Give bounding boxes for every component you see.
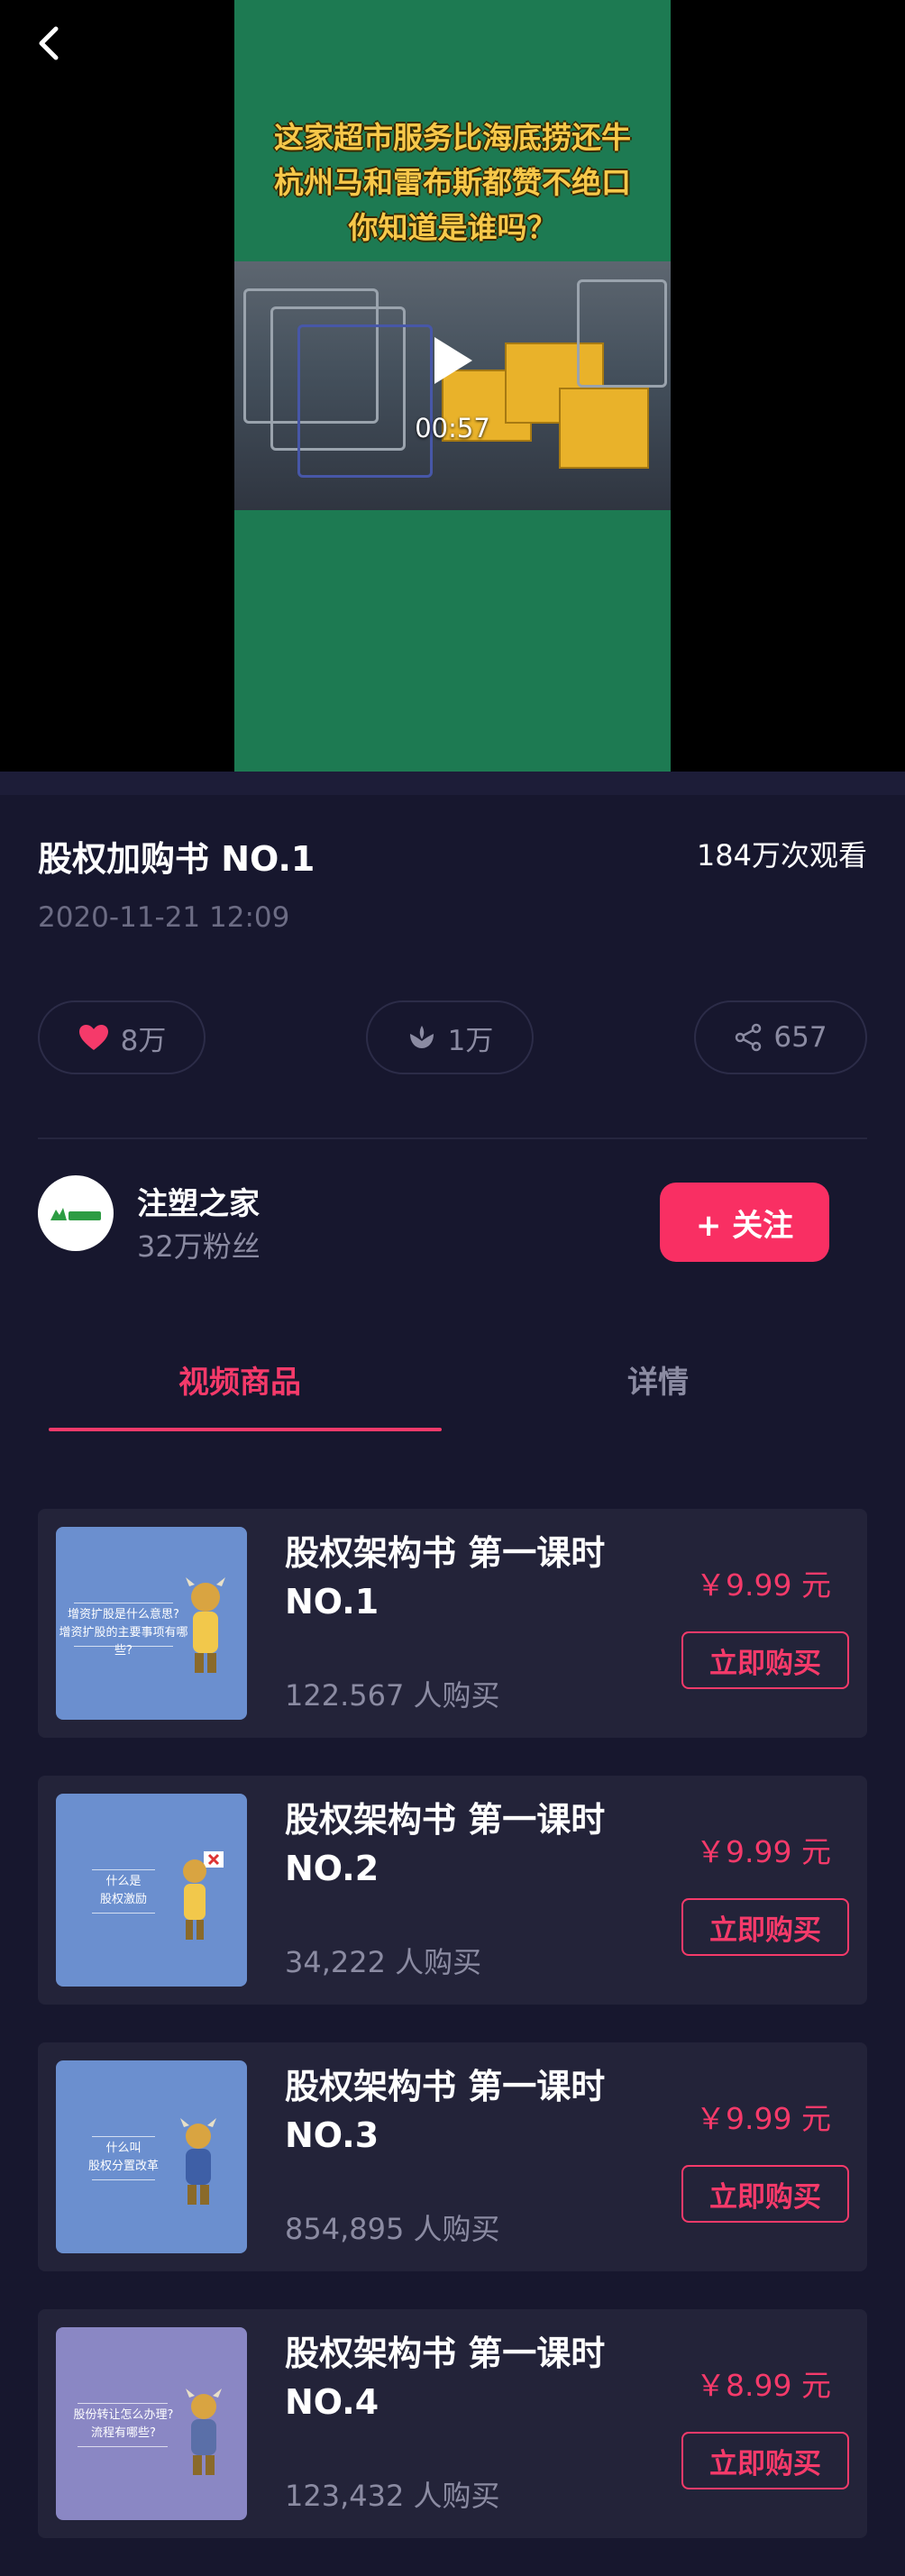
product-thumbnail: 什么是 股权激励 [56,1794,247,1987]
mascot-icon [186,2389,222,2475]
product-thumbnail: 股份转让怎么办理? 流程有哪些? [56,2327,247,2520]
product-thumbnail: 增资扩股是什么意思? 增资扩股的主要事项有哪些? [56,1527,247,1720]
product-name: 股权架构书 第一课时 NO.4 [285,2329,663,2426]
thumb-caption: 股份转让怎么办理? [73,2408,174,2422]
share-icon [736,1023,762,1052]
gift-count: 1万 [447,1024,494,1057]
buy-now-button[interactable]: 立即购买 [681,2165,849,2223]
product-name: 股权架构书 第一课时 NO.1 [285,1529,663,1626]
back-arrow-icon[interactable] [25,18,79,72]
video-duration: 00:57 [415,413,490,443]
thumb-rule [78,2403,168,2404]
product-buyers: 854,895 人购买 [285,2212,500,2246]
thumb-rule [92,2136,155,2137]
follow-button[interactable]: + 关注 [660,1183,829,1262]
mascot-icon [186,1577,225,1673]
thumb-rule [92,1869,155,1870]
publish-date: 2020-11-21 12:09 [38,901,290,934]
product-buyers: 122.567 人购买 [285,1678,500,1713]
product-name-line: NO.2 [285,1849,379,1888]
video-player[interactable]: 这家超市服务比海底捞还牛 杭州马和雷布斯都赞不绝口 你知道是谁吗？ 00:57 [0,0,905,772]
gift-button[interactable]: 1万 [366,1000,534,1074]
divider [38,1137,867,1139]
video-title: 股权加购书 NO.1 [38,839,315,879]
thumb-rule [92,2179,155,2180]
like-count: 8万 [120,1024,167,1057]
product-price: ￥9.99 元 [696,1834,831,1869]
brand-logo-icon [50,1208,101,1220]
buy-now-button[interactable]: 立即购买 [681,2432,849,2489]
tab-active-indicator [49,1428,442,1431]
product-card[interactable]: 什么叫 股权分置改革 股权架构书 第一课时 NO.3 854,895 人购买 ￥… [38,2042,867,2271]
thumb-caption: 股权分置改革 [87,2160,159,2173]
product-thumbnail: 什么叫 股权分置改革 [56,2060,247,2253]
thumb-caption: 什么是 [105,1875,142,1888]
product-buyers: 123,432 人购买 [285,2479,500,2513]
product-name-line: NO.1 [285,1582,379,1621]
share-button[interactable]: 657 [694,1000,867,1074]
thumb-caption: 什么叫 [105,2142,142,2155]
author-name[interactable]: 注塑之家 [137,1179,260,1223]
like-button[interactable]: 8万 [38,1000,206,1074]
product-price: ￥8.99 元 [696,2368,831,2403]
product-name-line: 股权架构书 第一课时 [285,1533,606,1573]
author-avatar[interactable] [38,1175,114,1251]
video-headline: 这家超市服务比海底捞还牛 杭州马和雷布斯都赞不绝口 你知道是谁吗？ [234,115,671,251]
thumb-caption: 增资扩股的主要事项有哪些? [59,1626,188,1658]
thumb-caption: 流程有哪些? [91,2426,156,2440]
product-card[interactable]: 什么是 股权激励 股权架构书 第一课时 NO.2 34,222 人购买 ￥9.9… [38,1776,867,2005]
video-headline-line: 杭州马和雷布斯都赞不绝口 [274,165,631,200]
cart-graphic [297,324,433,478]
product-name: 股权架构书 第一课时 NO.3 [285,2062,663,2160]
thumb-rule [92,1913,155,1914]
product-name-line: 股权架构书 第一课时 [285,1800,606,1840]
thumb-rule [74,1646,173,1647]
buy-now-button[interactable]: 立即购买 [681,1898,849,1956]
buy-now-button[interactable]: 立即购买 [681,1631,849,1689]
tab-video-products[interactable]: 视频商品 [178,1357,301,1402]
thumb-caption: 增资扩股是什么意思? [68,1608,179,1621]
thumb-rule [78,2446,168,2447]
gift-icon [409,1026,434,1048]
product-card[interactable]: 增资扩股是什么意思? 增资扩股的主要事项有哪些? 股权架构书 第一课时 NO.1… [38,1509,867,1738]
thumb-caption: 股权激励 [99,1893,147,1906]
heart-icon [78,1025,108,1050]
tab-details[interactable]: 详情 [627,1357,689,1402]
mascot-icon [180,2118,216,2205]
video-thumbnail: 00:57 [234,261,671,510]
play-icon[interactable] [425,332,480,389]
product-buyers: 34,222 人购买 [285,1945,482,1979]
video-headline-line: 你知道是谁吗？ [348,210,557,245]
video-frame[interactable]: 这家超市服务比海底捞还牛 杭州马和雷布斯都赞不绝口 你知道是谁吗？ 00:57 [234,0,671,772]
fan-count: 32万粉丝 [137,1229,261,1264]
cart-graphic [577,279,667,388]
product-name-line: NO.4 [285,2382,379,2422]
product-name-line: 股权架构书 第一课时 [285,2334,606,2373]
share-count: 657 [773,1021,827,1054]
product-price: ￥9.99 元 [696,2101,831,2136]
product-card[interactable]: 股份转让怎么办理? 流程有哪些? 股权架构书 第一课时 NO.4 123,432… [38,2309,867,2538]
product-price: ￥9.99 元 [696,1567,831,1603]
product-name-line: 股权架构书 第一课时 [285,2067,606,2106]
product-name: 股权架构书 第一课时 NO.2 [285,1795,663,1893]
product-name-line: NO.3 [285,2115,379,2155]
view-count: 184万次观看 [696,838,867,872]
video-headline-line: 这家超市服务比海底捞还牛 [274,120,631,155]
mascot-icon [183,1851,224,1940]
panel-top-strip [0,772,905,795]
